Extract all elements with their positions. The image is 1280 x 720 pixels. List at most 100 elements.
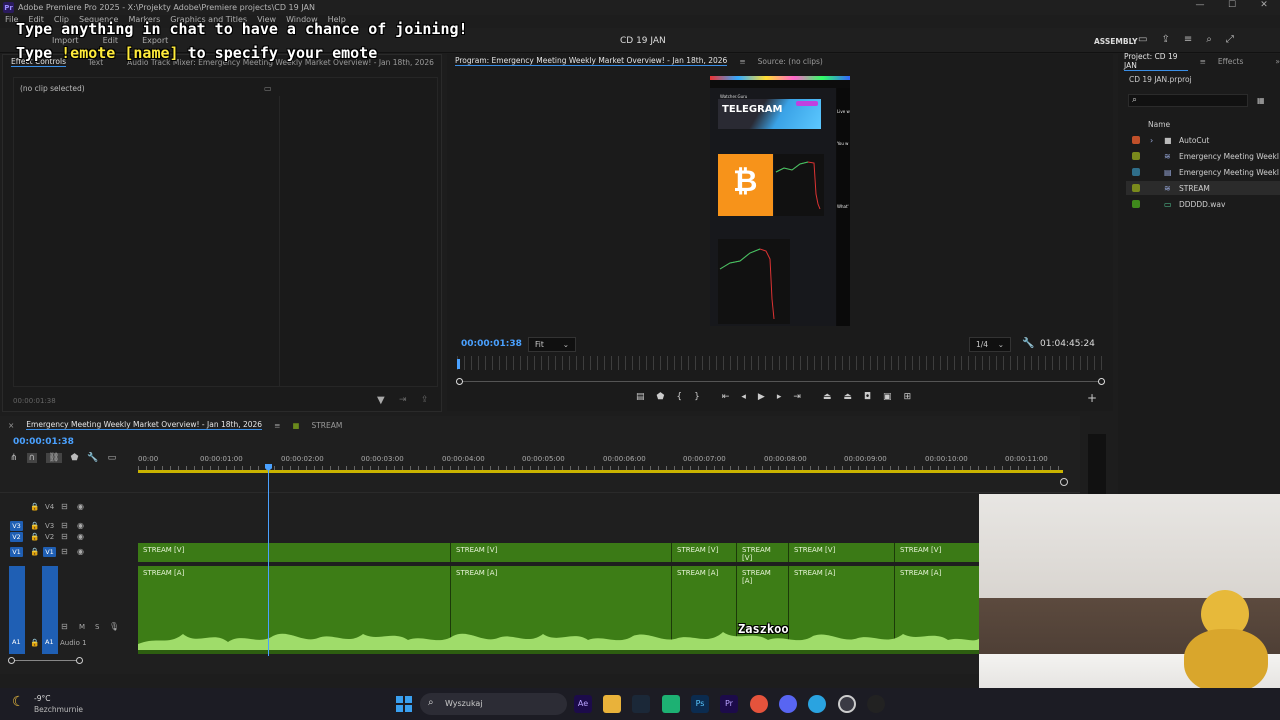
snap-icon[interactable]: ∩ [26,453,38,463]
video-clip[interactable]: STREAM [V] [895,543,980,562]
tab-sequence-stream[interactable]: STREAM [311,421,342,430]
sync-icon[interactable]: ⊟ [61,502,68,511]
mark-in-icon[interactable]: { [676,392,682,402]
weather-temp[interactable]: -9°C [34,694,50,703]
resolution-dropdown[interactable]: 1/4 ⌄ [969,337,1011,352]
lock-icon[interactable]: 🔒 [30,521,39,530]
file-explorer-icon[interactable] [603,695,621,713]
scroll-handle-right[interactable] [76,657,83,664]
zoom-handle-right[interactable] [1098,378,1105,385]
app-icon[interactable] [662,695,680,713]
brave-icon[interactable] [750,695,768,713]
zoom-bar[interactable] [460,381,1102,382]
linked-icon[interactable]: ⛓ [46,453,62,463]
fit-dropdown[interactable]: Fit ⌄ [528,337,576,352]
tab-sequence-main[interactable]: Emergency Meeting Weekly Market Overview… [26,420,263,430]
lock-icon[interactable]: 🔒 [30,532,39,541]
eye-icon[interactable]: ◉ [77,521,84,530]
add-button-icon[interactable]: + [1087,391,1097,405]
tab-menu-icon[interactable]: ≡ [274,421,280,430]
maximize-button[interactable]: ☐ [1216,0,1248,10]
scroll-handle[interactable] [1060,478,1068,486]
new-bin-icon[interactable]: ▦ [1257,96,1265,105]
name-column-header[interactable]: Name [1148,120,1170,129]
zoom-handle-left[interactable] [456,378,463,385]
playhead-line[interactable] [268,471,269,656]
sync-icon[interactable]: ⊟ [61,547,68,556]
tab-effects[interactable]: Effects [1218,57,1244,66]
settings-icon[interactable]: ≡ [1184,34,1192,45]
windows-start-icon[interactable] [396,696,412,712]
marker-icon[interactable]: ⬟ [71,453,79,463]
video-clip[interactable]: STREAM [V] [737,543,789,562]
taskbar-search[interactable] [420,693,567,715]
extract-icon[interactable]: ⏏ [843,392,852,402]
track-target-v2[interactable]: V2 [10,532,23,542]
go-to-in-icon[interactable]: ⇤ [722,392,730,402]
close-icon[interactable]: × [8,421,14,430]
tab-source[interactable]: Source: (no clips) [758,57,823,66]
filter-icon[interactable]: ▼ [377,395,385,406]
project-item-sequence-1[interactable]: ≋ Emergency Meeting Weekl [1126,149,1280,163]
eye-icon[interactable]: ◉ [77,502,84,511]
lock-icon[interactable]: 🔒 [30,547,39,556]
track-source-v1[interactable]: V1 [10,547,23,557]
eye-icon[interactable]: ◉ [77,532,84,541]
tab-menu-icon[interactable]: ≡ [1200,57,1206,66]
export-frame-icon[interactable]: ▤ [636,392,645,402]
telegram-icon[interactable] [808,695,826,713]
app-icon-2[interactable] [867,695,885,713]
track-target-v1[interactable]: V1 [43,547,56,557]
solo-button[interactable]: S [95,623,99,631]
eye-icon[interactable]: ◉ [77,547,84,556]
scroll-handle-left[interactable] [8,657,15,664]
fullscreen-icon[interactable]: ⤢ [1226,34,1234,45]
minimize-button[interactable]: — [1184,0,1216,10]
project-search-input[interactable] [1128,94,1248,107]
nest-icon[interactable]: ⋔ [10,453,18,463]
tab-menu-icon[interactable]: ≡ [739,57,745,66]
sync-icon[interactable]: ⊟ [61,521,68,530]
captions-icon[interactable]: ▭ [108,453,117,463]
wrench-icon[interactable]: 🔧 [87,453,98,463]
video-clip[interactable]: STREAM [V] [672,543,737,562]
horizontal-scrollbar[interactable] [12,660,80,661]
video-clip[interactable]: STREAM [V] [789,543,895,562]
program-playhead[interactable] [457,359,460,369]
premiere-icon[interactable]: Pr [720,695,738,713]
go-to-out-icon[interactable]: ⇥ [793,392,801,402]
track-target-v3[interactable]: V3 [10,521,23,531]
photoshop-icon[interactable]: Ps [691,695,709,713]
weather-condition[interactable]: Bezchmurnie [34,705,83,714]
microphone-icon[interactable]: 🎙 [109,622,119,631]
after-effects-icon[interactable]: Ae [574,695,592,713]
play-only-icon[interactable]: ⇥ [399,395,407,405]
program-timecode[interactable]: 00:00:01:38 [461,339,522,349]
share-icon[interactable]: ⇪ [1161,34,1169,45]
lift-icon[interactable]: ⏏ [823,392,832,402]
panel-overflow-icon[interactable]: » [1275,57,1280,66]
work-area-bar[interactable] [138,470,1063,473]
compare-icon[interactable]: ▣ [883,392,892,402]
tab-program[interactable]: Program: Emergency Meeting Weekly Market… [455,56,728,66]
mark-out-icon[interactable]: } [694,392,700,402]
wrench-icon[interactable]: 🔧 [1022,338,1034,349]
video-clip[interactable]: STREAM [V] [138,543,451,562]
steam-icon[interactable] [632,695,650,713]
panel-icon[interactable]: ▭ [1138,34,1147,45]
obs-icon[interactable] [838,695,856,713]
timeline-timecode[interactable]: 00:00:01:38 [13,437,74,447]
project-item-sequence-2[interactable]: ▤ Emergency Meeting Weekl [1126,165,1280,179]
project-item-wav[interactable]: ▭ DDDDD.wav [1126,197,1280,211]
workspace-label[interactable]: ASSEMBLY [1094,37,1138,46]
video-clip[interactable]: STREAM [V] [451,543,672,562]
play-icon[interactable]: ▶ [758,392,765,402]
marker-icon[interactable]: ⬟ [657,392,665,402]
program-video-frame[interactable]: Watcher.Guru TELEGRAM ₿ Live w You w Wha… [710,76,850,326]
close-button[interactable]: ✕ [1248,0,1280,10]
lock-icon[interactable]: 🔒 [30,502,39,511]
mute-button[interactable]: M [79,623,85,631]
sync-icon[interactable]: ⊟ [61,532,68,541]
export-icon[interactable]: ⇪ [421,395,429,405]
search-icon[interactable]: ⌕ [1206,34,1212,45]
